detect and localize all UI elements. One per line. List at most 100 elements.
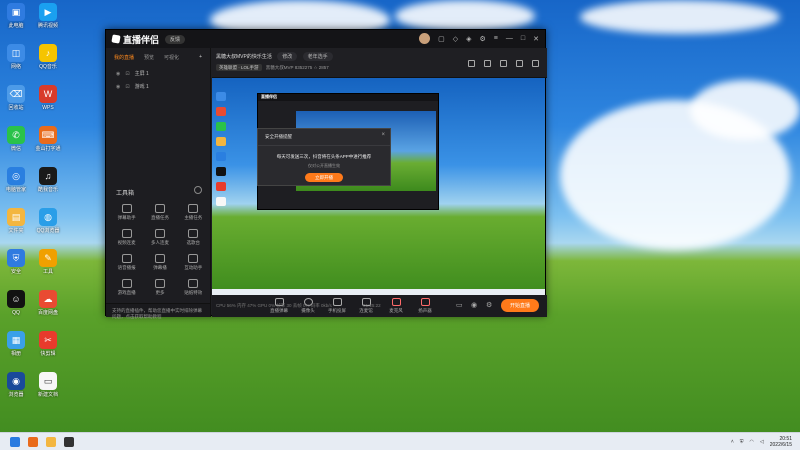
eye-icon[interactable]: ◉ xyxy=(471,301,477,309)
settings-icon[interactable]: ⚙ xyxy=(480,35,486,43)
microphone-button[interactable]: 麦克风 xyxy=(384,298,408,314)
tool-item[interactable]: 互动助手 xyxy=(177,254,210,271)
desktop-icon-label: 工具 xyxy=(42,269,53,275)
message-icon[interactable]: ▢ xyxy=(438,35,445,43)
clip-icon[interactable] xyxy=(500,60,507,67)
edit-pill[interactable]: 修改 xyxy=(277,52,298,61)
avatar[interactable] xyxy=(419,33,431,44)
add-scene-icon[interactable]: + xyxy=(199,54,202,61)
lock-screen-icon[interactable] xyxy=(484,60,491,67)
taskbar-app-icon[interactable] xyxy=(28,437,38,447)
tool-item[interactable]: 直播任务 xyxy=(143,204,176,221)
desktop-icon-label: 百度网盘 xyxy=(37,310,58,316)
app-name: 直播伴侣 xyxy=(123,34,160,45)
tool-item[interactable]: 游戏直播 xyxy=(110,279,143,296)
menu-icon[interactable]: ≡ xyxy=(494,35,498,42)
desktop-icon[interactable]: ⌨ 金山打字通 xyxy=(32,126,64,152)
scene-label: 主屏 1 xyxy=(134,71,149,77)
desktop-icon[interactable]: ♪ QQ音乐 xyxy=(32,44,64,70)
desktop-icon[interactable]: ✎ 工具 xyxy=(32,249,64,275)
category-pill[interactable]: 老年选手 xyxy=(302,52,333,61)
desktop-icon[interactable]: ▤ 文件夹 xyxy=(0,208,32,234)
desktop-icon-label: QQ浏览器 xyxy=(36,228,60,234)
tool-icon xyxy=(188,229,199,238)
sidebar-tabs: 我的直播 预览 可视化 + xyxy=(106,48,210,67)
app-icon: ☁ xyxy=(39,290,57,308)
desktop-icon[interactable]: ◉ 浏览器 xyxy=(0,372,32,398)
tool-item[interactable]: 更多 xyxy=(143,279,176,296)
speaker-button[interactable]: 扬声器 xyxy=(413,298,437,314)
layout-icon[interactable] xyxy=(468,60,475,67)
desktop-icon[interactable]: ✂ 快剪辑 xyxy=(32,331,64,357)
record-icon[interactable] xyxy=(516,60,523,67)
notice-bar[interactable]: 支持的直播插件，帮助您直播中实时排除弹幕问题，点击获取帮助教程 xyxy=(106,303,210,319)
scene-item[interactable]: ◉ ⊡ 游戏 1 xyxy=(106,80,210,93)
scene-item[interactable]: ◉ ⊡ 主屏 1 xyxy=(106,67,210,80)
tool-item[interactable]: 视频连麦 xyxy=(110,229,143,246)
eye-icon[interactable]: ◉ xyxy=(116,71,120,77)
desktop-icon[interactable]: ✆ 微信 xyxy=(0,126,32,152)
desktop-icon[interactable]: ☺ QQ xyxy=(0,290,32,316)
tool-item[interactable]: 选歌台 xyxy=(177,229,210,246)
tab-my-live[interactable]: 我的直播 xyxy=(114,54,134,61)
network-icon[interactable]: ◠ xyxy=(750,439,754,445)
app-icon: ▭ xyxy=(39,372,57,390)
start-icon[interactable] xyxy=(10,437,20,447)
tool-item[interactable]: 弹幕助手 xyxy=(110,204,143,221)
tab-visual[interactable]: 可视化 xyxy=(164,54,179,61)
shield-icon[interactable]: ⛨ xyxy=(740,439,744,445)
desktop-icon[interactable]: ⛨ 安全 xyxy=(0,249,32,275)
maximize-icon[interactable]: □ xyxy=(521,35,525,42)
feedback-badge[interactable]: 反馈 xyxy=(165,34,186,44)
tool-label: 视频连麦 xyxy=(117,240,136,245)
desktop-icon[interactable]: ◎ 电脑管家 xyxy=(0,167,32,193)
gift-icon[interactable]: ◇ xyxy=(453,35,458,43)
dialog-close-icon[interactable]: × xyxy=(381,132,385,138)
volume-icon[interactable]: ◁ xyxy=(760,439,764,445)
clock[interactable]: 20:51 2022/6/15 xyxy=(770,436,792,448)
lock-icon[interactable]: ⊡ xyxy=(125,71,129,77)
app-icon: W xyxy=(39,85,57,103)
desktop-icon[interactable]: ▭ 新建文档 xyxy=(32,372,64,398)
desktop-icon[interactable]: ▶ 腾讯视频 xyxy=(32,3,64,29)
lock-icon[interactable]: ⊡ xyxy=(125,84,129,90)
tab-preview[interactable]: 预览 xyxy=(144,54,154,61)
share-icon[interactable] xyxy=(532,60,539,67)
tool-item[interactable]: 弹幕播 xyxy=(143,254,176,271)
windows-taskbar: ˄ ⛨ ◠ ◁ 20:51 2022/6/15 xyxy=(0,432,800,450)
eye-icon[interactable]: ◉ xyxy=(116,84,120,90)
desktop-icon[interactable]: ▣ 此电脑 xyxy=(0,3,32,29)
category-tag[interactable]: 英雄联盟 · LOL手游 xyxy=(216,64,262,71)
tools-settings-icon[interactable] xyxy=(194,186,202,194)
minimize-icon[interactable]: — xyxy=(506,35,513,42)
live-preview[interactable]: 直播伴侣 安全开播提醒 × 每天可发送三次，抖音将在头条APP中进行推荐 仅对公… xyxy=(212,78,545,295)
desktop-icon[interactable]: W WPS xyxy=(32,85,64,111)
desktop-icon[interactable]: ◍ QQ浏览器 xyxy=(32,208,64,234)
settings-icon[interactable]: ⚙ xyxy=(486,301,492,309)
desktop-icon-label: WPS xyxy=(42,105,54,111)
video-icon[interactable]: ▭ xyxy=(456,301,463,309)
desktop-icon[interactable]: ♫ 酷我音乐 xyxy=(32,167,64,193)
folder-icon[interactable] xyxy=(46,437,56,447)
desktop-icon[interactable]: ☁ 百度网盘 xyxy=(32,290,64,316)
desktop-icon-label: 腾讯视频 xyxy=(37,23,58,29)
tool-item[interactable]: 语音播报 xyxy=(110,254,143,271)
close-icon[interactable]: ✕ xyxy=(533,35,539,43)
skin-icon[interactable]: ◈ xyxy=(466,35,471,43)
desktop-icon[interactable]: ◫ 网络 xyxy=(0,44,32,70)
start-live-button[interactable]: 开始直播 xyxy=(501,299,539,312)
taskbar-app-icon[interactable] xyxy=(64,437,74,447)
desktop-icon[interactable]: ⌫ 回收站 xyxy=(0,85,32,111)
dialog-start-button[interactable]: 立即开播 xyxy=(305,173,343,182)
nested-logo: 直播伴侣 xyxy=(261,94,277,99)
desktop-icon[interactable]: ▦ 相册 xyxy=(0,331,32,357)
tool-item[interactable]: 贴纸特效 xyxy=(177,279,210,296)
tool-item[interactable]: 多人连麦 xyxy=(143,229,176,246)
top-tools xyxy=(468,60,539,67)
room-title: 黑糖大叔MVP的快乐生活 xyxy=(216,54,272,60)
chevron-up-icon[interactable]: ˄ xyxy=(731,439,734,445)
tool-item[interactable]: 主播任务 xyxy=(177,204,210,221)
desktop-icon-label: 新建文档 xyxy=(37,392,58,398)
room-title-row: 黑糖大叔MVP的快乐生活 修改 老年选手 xyxy=(216,52,333,61)
tool-icon xyxy=(121,279,132,288)
